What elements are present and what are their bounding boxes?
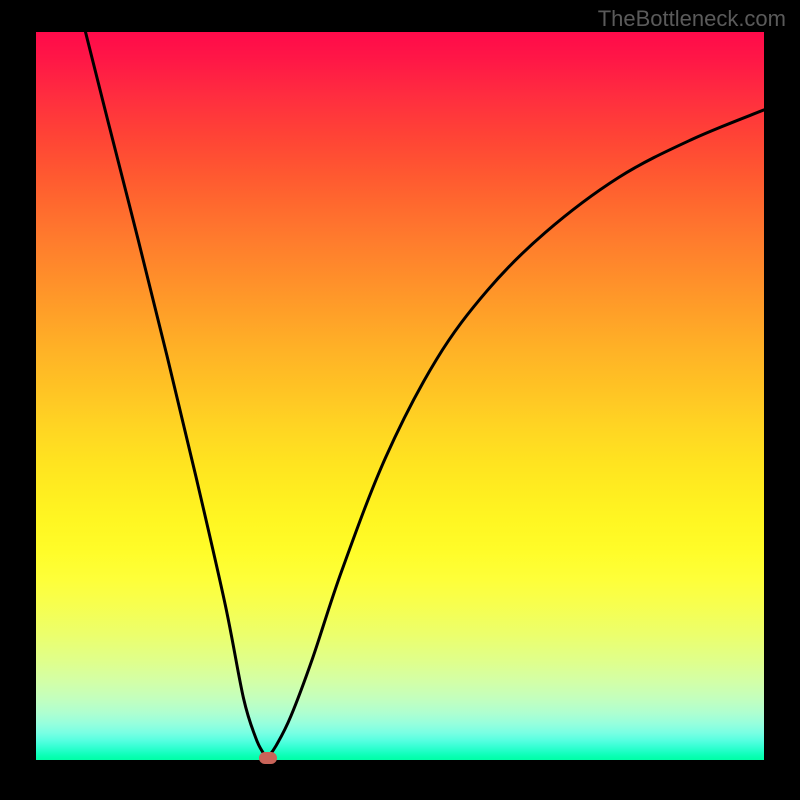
watermark-text: TheBottleneck.com xyxy=(598,6,786,32)
chart-plot-area xyxy=(36,32,764,760)
chart-minimum-marker xyxy=(259,752,277,764)
chart-curve-svg xyxy=(36,32,764,760)
chart-curve xyxy=(86,32,764,759)
